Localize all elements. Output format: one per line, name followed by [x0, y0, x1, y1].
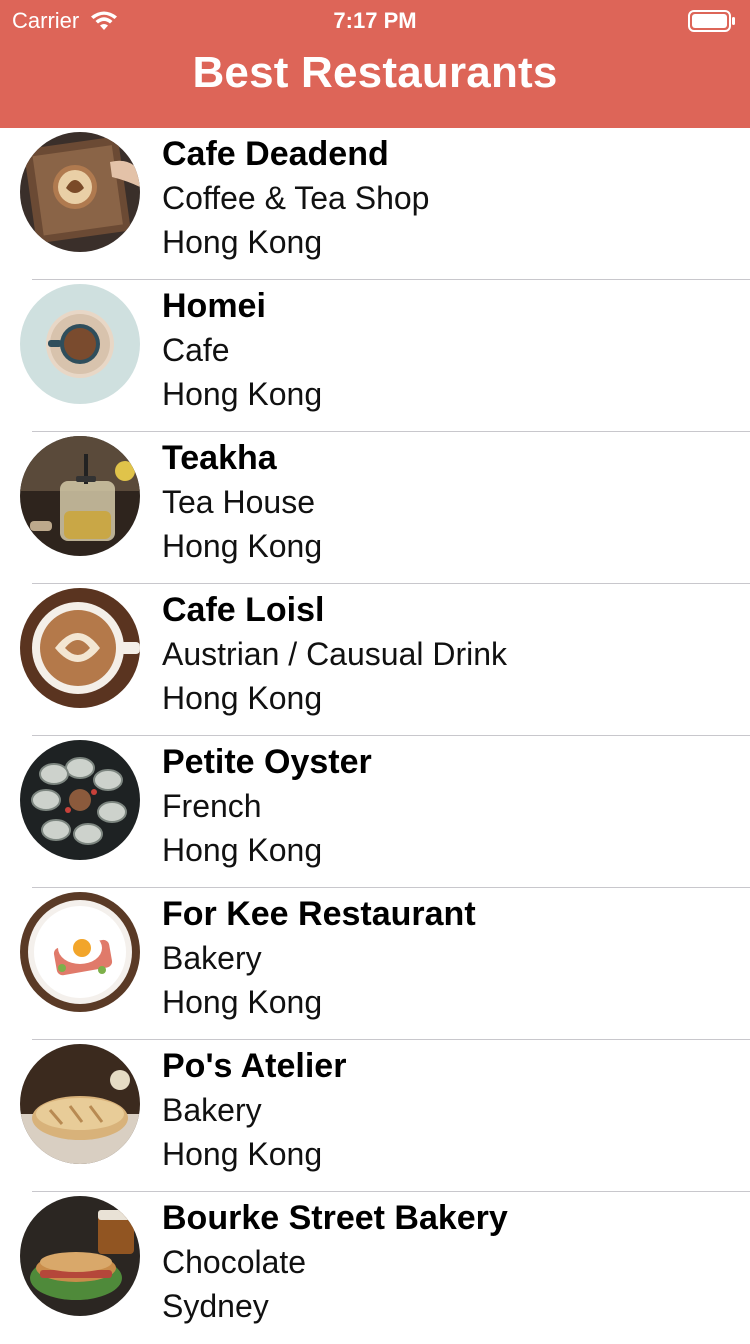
restaurant-name: Cafe Loisl: [162, 591, 325, 629]
restaurant-location: Hong Kong: [162, 528, 323, 564]
restaurant-type: Bakery: [162, 1092, 262, 1128]
status-bar: Carrier 7:17 PM: [0, 0, 750, 40]
restaurant-location: Hong Kong: [162, 984, 323, 1020]
restaurant-name: Teakha: [162, 439, 277, 477]
restaurant-name: For Kee Restaurant: [162, 895, 476, 933]
list-item[interactable]: Petite Oyster French Hong Kong: [0, 736, 750, 888]
list-item[interactable]: Cafe Deadend Coffee & Tea Shop Hong Kong: [0, 128, 750, 280]
restaurant-name: Bourke Street Bakery: [162, 1199, 508, 1237]
restaurant-location: Hong Kong: [162, 832, 323, 868]
restaurant-name: Po's Atelier: [162, 1047, 347, 1085]
list-item[interactable]: For Kee Restaurant Bakery Hong Kong: [0, 888, 750, 1040]
restaurant-type: Tea House: [162, 484, 315, 520]
clock: 7:17 PM: [333, 8, 417, 33]
restaurant-location: Hong Kong: [162, 376, 323, 412]
restaurant-type: French: [162, 788, 262, 824]
restaurant-type: Austrian / Causual Drink: [162, 636, 508, 672]
restaurant-name: Cafe Deadend: [162, 135, 389, 173]
oysters-photo: [20, 740, 140, 860]
battery-icon: [688, 10, 735, 32]
latte-tray-photo: [20, 132, 140, 252]
latte-art-photo: [20, 588, 140, 708]
restaurant-type: Coffee & Tea Shop: [162, 180, 430, 216]
teapot-photo: [20, 436, 140, 556]
restaurant-location: Hong Kong: [162, 1136, 323, 1172]
restaurant-location: Hong Kong: [162, 224, 323, 260]
restaurant-location: Hong Kong: [162, 680, 323, 716]
restaurant-type: Bakery: [162, 940, 262, 976]
page-title: Best Restaurants: [192, 48, 558, 97]
list-item[interactable]: Homei Cafe Hong Kong: [0, 280, 750, 432]
list-item[interactable]: Teakha Tea House Hong Kong: [0, 432, 750, 584]
restaurant-type: Chocolate: [162, 1244, 307, 1280]
list-item[interactable]: Bourke Street Bakery Chocolate Sydney: [0, 1192, 750, 1344]
restaurant-name: Homei: [162, 287, 266, 325]
bread-loaf-photo: [20, 1044, 140, 1164]
restaurant-location: Sydney: [162, 1288, 269, 1324]
restaurant-name: Petite Oyster: [162, 743, 372, 781]
restaurant-type: Cafe: [162, 332, 230, 368]
sandwich-photo: [20, 1196, 140, 1316]
list-item[interactable]: Cafe Loisl Austrian / Causual Drink Hong…: [0, 584, 750, 736]
list-item[interactable]: Po's Atelier Bakery Hong Kong: [0, 1040, 750, 1192]
fried-egg-plate-photo: [20, 892, 140, 1012]
cup-on-saucer-photo: [20, 284, 140, 404]
navigation-bar: Carrier 7:17 PM Best Restaurants: [0, 0, 750, 128]
restaurant-list[interactable]: Cafe Deadend Coffee & Tea Shop Hong Kong…: [0, 128, 750, 1344]
